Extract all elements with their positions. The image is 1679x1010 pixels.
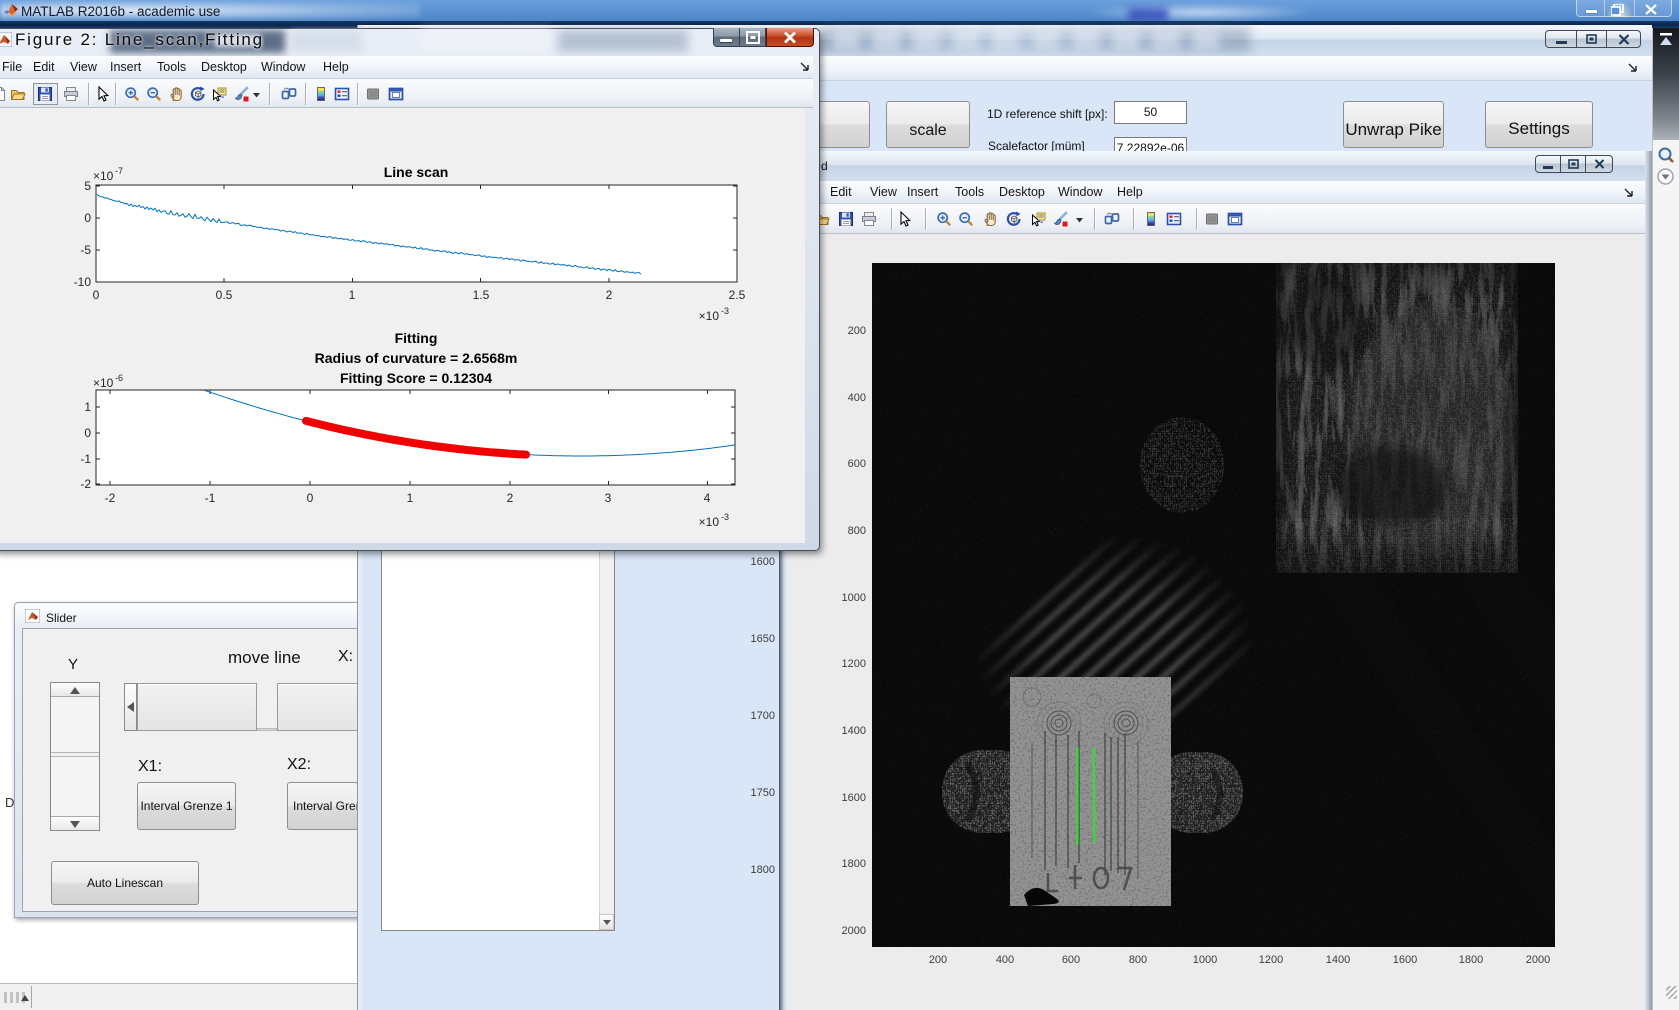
svg-text:0: 0	[307, 491, 314, 505]
svg-text:1.5: 1.5	[473, 288, 490, 302]
svg-text:-2: -2	[105, 491, 116, 505]
svg-text:-2: -2	[80, 477, 91, 491]
svg-text:-1: -1	[205, 491, 216, 505]
svg-text:3: 3	[605, 491, 612, 505]
svg-text:2.5: 2.5	[729, 288, 746, 302]
svg-text:2: 2	[507, 491, 514, 505]
svg-text:0.5: 0.5	[216, 288, 233, 302]
svg-text:1: 1	[84, 400, 91, 414]
svg-text:4: 4	[704, 491, 711, 505]
svg-text:×10: ×10	[93, 376, 114, 390]
svg-text:2: 2	[606, 288, 613, 302]
svg-text:0: 0	[93, 288, 100, 302]
svg-text:-6: -6	[115, 373, 123, 383]
svg-text:-1: -1	[80, 452, 91, 466]
svg-text:1: 1	[407, 491, 414, 505]
svg-text:×10: ×10	[93, 169, 114, 183]
svg-text:5: 5	[84, 179, 91, 193]
svg-text:×10: ×10	[699, 515, 720, 529]
svg-text:×10: ×10	[699, 309, 720, 323]
svg-text:-5: -5	[80, 243, 91, 257]
svg-text:Line scan: Line scan	[384, 164, 449, 180]
svg-text:Radius of curvature = 2.6568m: Radius of curvature = 2.6568m	[315, 350, 518, 366]
svg-text:Fitting Score = 0.12304: Fitting Score = 0.12304	[340, 370, 492, 386]
svg-text:-3: -3	[721, 512, 729, 522]
svg-text:-3: -3	[721, 306, 729, 316]
svg-text:0: 0	[84, 211, 91, 225]
svg-text:1: 1	[349, 288, 356, 302]
svg-text:Fitting: Fitting	[395, 330, 438, 346]
svg-text:0: 0	[84, 426, 91, 440]
svg-text:-10: -10	[74, 275, 92, 289]
svg-text:-7: -7	[115, 166, 123, 176]
